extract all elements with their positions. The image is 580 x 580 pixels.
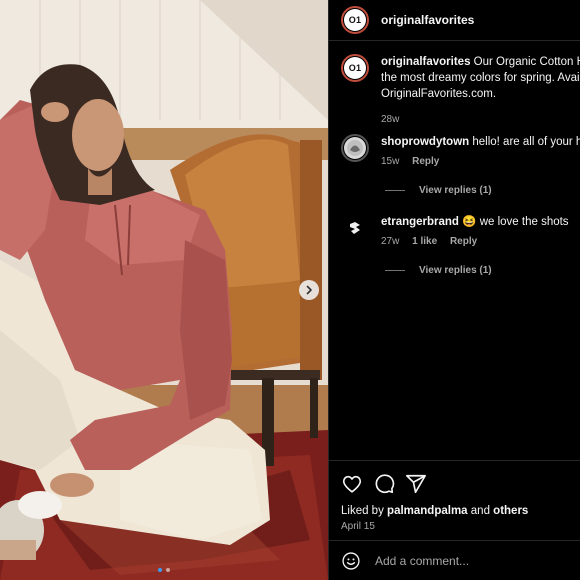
comment-row: shoprowdytown hello! are all of your h 1… [341,134,580,170]
post-viewer: O1 originalfavorites O1 originalfavorite… [0,0,580,580]
commenter-avatar[interactable] [341,214,369,242]
likes-summary: Liked by palmandpalma and others [341,505,528,517]
chevron-right-icon [306,285,312,295]
replies-divider [385,190,405,191]
heart-icon[interactable] [341,473,363,495]
carousel-dot [166,568,170,572]
shoprowdytown-avatar-image [344,137,366,159]
next-photo-button[interactable] [299,280,319,300]
caption-meta: 28w [381,112,580,128]
comment-likes[interactable]: 1 like [412,236,437,247]
liked-by-and: and [470,505,490,517]
view-replies-label: View replies (1) [419,185,492,196]
comment-composer: Add a comment... [329,540,580,580]
comment-time[interactable]: 15w [381,156,399,167]
comments-panel: O1 originalfavorites O1 originalfavorite… [328,0,580,580]
post-photo[interactable] [0,0,328,580]
reply-button[interactable]: Reply [450,236,477,247]
comment-input[interactable]: Add a comment... [375,554,469,568]
caption-text: Our Organic Cotton H [473,56,580,68]
comment-body: shoprowdytown hello! are all of your h 1… [381,134,580,170]
comment-icon[interactable] [373,473,395,495]
liked-by-user[interactable]: palmandpalma [387,505,468,517]
author-avatar-logo: O1 [344,9,366,31]
caption-avatar[interactable]: O1 [341,54,369,82]
caption-line-1: originalfavorites Our Organic Cotton H [381,54,580,70]
etrangerbrand-logo-icon [350,222,360,234]
view-replies-button[interactable]: View replies (1) [385,185,492,196]
liked-by-prefix: Liked by [341,505,384,517]
comment-list: O1 originalfavorites Our Organic Cotton … [329,40,580,460]
caption-username[interactable]: originalfavorites [381,56,470,68]
caption-line-3: OriginalFavorites.com. [381,88,497,100]
view-replies-button[interactable]: View replies (1) [385,265,492,276]
comment-meta: 27w 1 like Reply [381,234,580,250]
commenter-username[interactable]: shoprowdytown [381,136,469,148]
liked-by-others[interactable]: others [493,505,528,517]
post-header: O1 originalfavorites [329,0,580,41]
comment-meta: 15w Reply [381,154,580,170]
author-username[interactable]: originalfavorites [381,13,474,27]
share-icon[interactable] [405,473,427,495]
comment-emoji: 😆 [462,216,477,228]
caption-time[interactable]: 28w [381,114,399,125]
view-replies-label: View replies (1) [419,265,492,276]
comment-time[interactable]: 27w [381,236,399,247]
comment-line: shoprowdytown hello! are all of your h [381,134,580,150]
comment-text: we love the shots [479,216,569,228]
commenter-username[interactable]: etrangerbrand [381,216,459,228]
carousel-indicator [0,568,328,572]
author-avatar[interactable]: O1 [341,6,369,34]
reply-button[interactable]: Reply [412,156,439,167]
post-actions: Liked by palmandpalma and others April 1… [329,460,580,541]
photo-image [0,0,328,580]
comment-text: hello! are all of your h [472,136,580,148]
caption-body: originalfavorites Our Organic Cotton H t… [381,54,580,128]
caption-row: O1 originalfavorites Our Organic Cotton … [341,54,580,128]
action-icons [341,473,427,495]
commenter-avatar[interactable] [341,134,369,162]
caption-line-2: the most dreamy colors for spring. Avai [381,72,580,84]
post-date: April 15 [341,521,375,532]
comment-body: etrangerbrand 😆 we love the shots 27w 1 … [381,214,580,250]
emoji-icon[interactable] [341,551,361,571]
comment-line: etrangerbrand 😆 we love the shots [381,214,580,230]
carousel-dot-active [158,568,162,572]
comment-row: etrangerbrand 😆 we love the shots 27w 1 … [341,214,580,250]
caption-avatar-logo: O1 [344,57,366,79]
replies-divider [385,270,405,271]
